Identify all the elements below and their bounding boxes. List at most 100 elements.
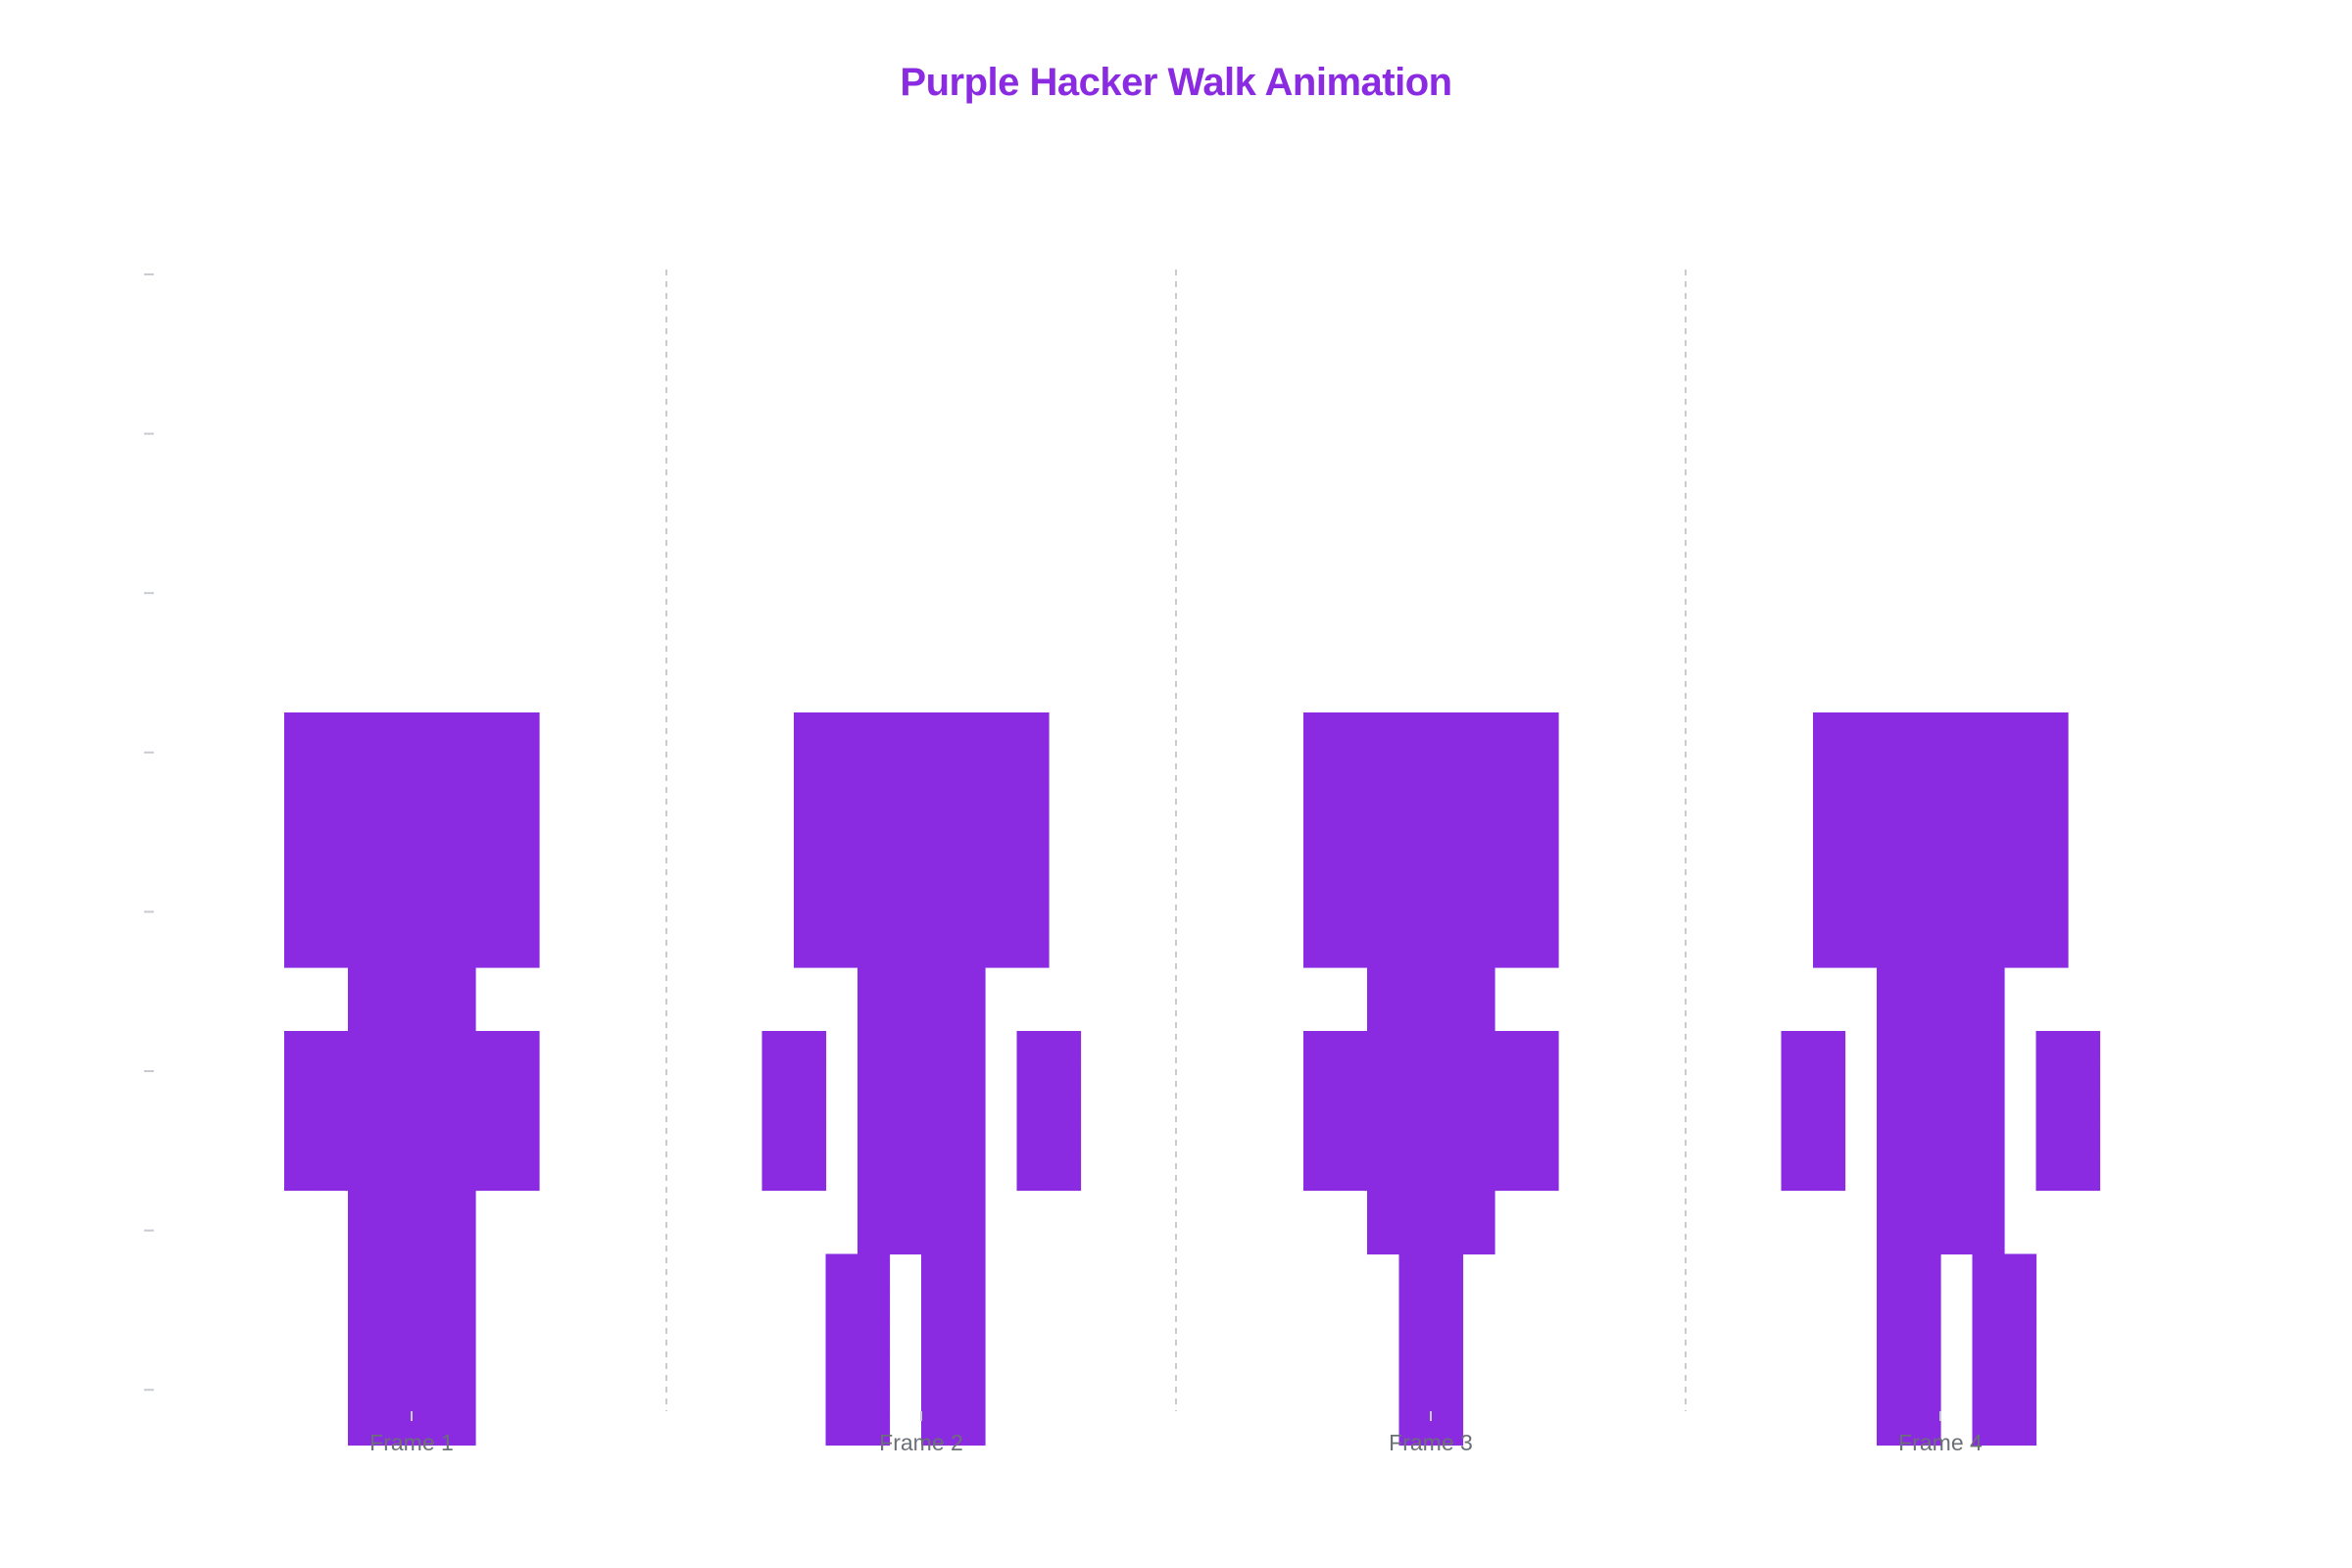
sprite-pixel (379, 871, 413, 905)
sprite-pixel (1877, 967, 1910, 1001)
sprite-pixel (1844, 904, 1878, 937)
sprite-pixel (1526, 808, 1559, 841)
sprite-pixel (1335, 871, 1368, 905)
sprite-pixel (1431, 1190, 1464, 1223)
sprite-pixel (2004, 1381, 2037, 1414)
sprite-pixel (985, 871, 1018, 905)
sprite-pixel (1016, 712, 1050, 746)
sprite-pixel (412, 1031, 445, 1064)
sprite-pixel (1972, 744, 2005, 777)
sprite-pixel (1972, 871, 2005, 905)
sprite-pixel (1781, 1062, 1814, 1096)
sprite-pixel (1303, 808, 1337, 841)
sprite-pixel (1303, 1126, 1337, 1159)
sprite-pixel (794, 1126, 827, 1159)
sprite-pixel (858, 1126, 891, 1159)
sprite-pixel (1908, 1317, 1941, 1350)
sprite-pixel (1303, 1095, 1337, 1128)
sprite-pixel (953, 776, 986, 809)
sprite-pixel (1431, 1286, 1464, 1319)
sprite-pixel (825, 1413, 858, 1446)
sprite-pixel (412, 935, 445, 968)
sprite-pixel (284, 1158, 318, 1192)
sprite-pixel (1335, 1062, 1368, 1096)
sprite-pixel (1940, 712, 1974, 746)
sprite-pixel (825, 1317, 858, 1350)
sprite-pixel (443, 1158, 476, 1192)
sprite-pixel (1335, 904, 1368, 937)
sprite-pixel (1398, 1031, 1432, 1064)
sprite-pixel (953, 1317, 986, 1350)
sprite-pixel (443, 999, 476, 1032)
sprite-pixel (1431, 1031, 1464, 1064)
sprite-pixel (1526, 1031, 1559, 1064)
sprite-pixel (825, 1381, 858, 1414)
sprite-pixel (1940, 967, 1974, 1001)
sprite-pixel (284, 808, 318, 841)
sprite-pixel (953, 744, 986, 777)
sprite-pixel (921, 1031, 955, 1064)
sprite-pixel (443, 1349, 476, 1383)
sprite-pixel (412, 871, 445, 905)
sprite-frame-2 (761, 712, 1082, 1446)
sprite-pixel (858, 1349, 891, 1383)
sprite-pixel (1016, 1031, 1050, 1064)
sprite-pixel (1016, 1126, 1050, 1159)
sprite-pixel (1813, 1126, 1846, 1159)
sprite-pixel (443, 1222, 476, 1255)
x-tick-label: Frame 4 (1898, 1430, 1983, 1455)
sprite-pixel (284, 935, 318, 968)
sprite-pixel (1526, 712, 1559, 746)
sprite-pixel (1398, 744, 1432, 777)
sprite-pixel (1494, 1158, 1528, 1192)
sprite-pixel (1908, 871, 1941, 905)
sprite-pixel (1813, 904, 1846, 937)
sprite-pixel (379, 1126, 413, 1159)
sprite-pixel (284, 1062, 318, 1096)
sprite-pixel (1016, 871, 1050, 905)
sprite-pixel (794, 1062, 827, 1096)
sprite-pixel (921, 1349, 955, 1383)
sprite-pixel (2035, 1158, 2069, 1192)
sprite-pixel (1844, 808, 1878, 841)
sprite-pixel (412, 1317, 445, 1350)
sprite-pixel (1494, 904, 1528, 937)
sprite-pixel (443, 744, 476, 777)
sprite-pixel (1431, 904, 1464, 937)
sprite-pixel (1877, 840, 1910, 873)
sprite-pixel (858, 1095, 891, 1128)
sprite-pixel (1494, 808, 1528, 841)
sprite-pixel (1431, 1158, 1464, 1192)
sprite-pixel (2004, 935, 2037, 968)
sprite-pixel (1813, 808, 1846, 841)
sprite-pixel (284, 712, 318, 746)
x-tick-label: Frame 3 (1389, 1430, 1473, 1455)
sprite-pixel (921, 999, 955, 1032)
sprite-pixel (1431, 776, 1464, 809)
sprite-pixel (2068, 1126, 2101, 1159)
sprite-pixel (443, 1062, 476, 1096)
sprite-pixel (921, 1222, 955, 1255)
sprite-pixel (1398, 1286, 1432, 1319)
sprite-pixel (443, 1031, 476, 1064)
sprite-pixel (858, 967, 891, 1001)
sprite-pixel (794, 712, 827, 746)
sprite-pixel (316, 904, 349, 937)
sprite-pixel (316, 871, 349, 905)
sprite-pixel (507, 1126, 540, 1159)
sprite-pixel (1303, 1031, 1337, 1064)
sprite-pixel (1016, 744, 1050, 777)
sprite-pixel (921, 776, 955, 809)
sprite-pixel (858, 1317, 891, 1350)
sprite-pixel (1813, 1031, 1846, 1064)
sprite-pixel (1398, 808, 1432, 841)
sprite-pixel (953, 840, 986, 873)
sprite-frames (284, 712, 2101, 1446)
sprite-pixel (761, 1062, 795, 1096)
sprite-pixel (858, 1222, 891, 1255)
sprite-pixel (1016, 808, 1050, 841)
sprite-pixel (1877, 1286, 1910, 1319)
sprite-pixel (825, 840, 858, 873)
sprite-pixel (507, 712, 540, 746)
sprite-pixel (1972, 1381, 2005, 1414)
